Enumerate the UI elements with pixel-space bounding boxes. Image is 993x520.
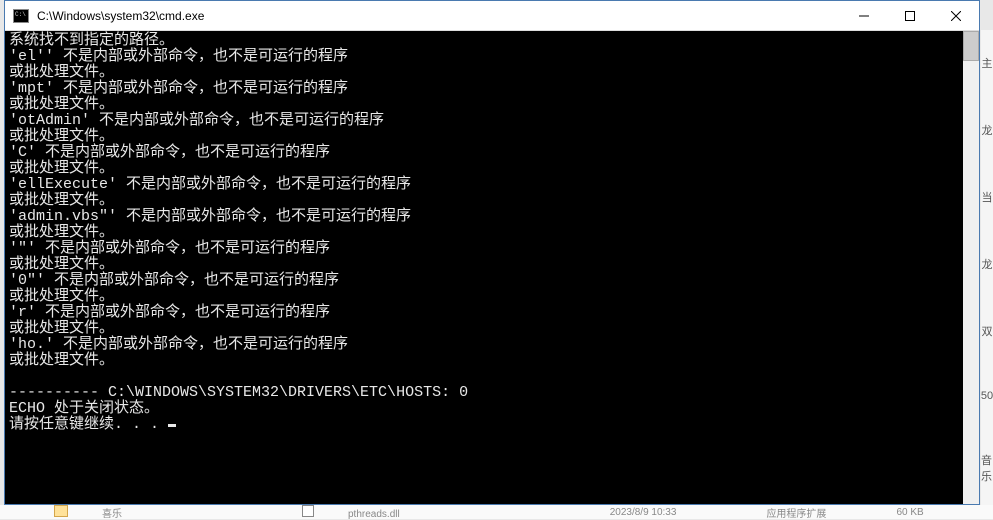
bg-item: 主 [982,55,993,71]
bg-item: 龙 [982,122,993,138]
scrollbar-thumb[interactable] [963,31,979,61]
scrollbar[interactable] [963,31,979,504]
bg-item: 当 [982,189,993,205]
background-bottom-bar: 喜乐 pthreads.dll 2023/8/9 10:33 应用程序扩展 60… [0,505,993,519]
maximize-button[interactable] [887,1,933,30]
background-sidebar: 主 龙 当 龙 双 50 音乐 [981,30,993,510]
titlebar[interactable]: C:\Windows\system32\cmd.exe [5,1,979,31]
cmd-icon [13,9,29,23]
file-icon [302,505,314,517]
folder-icon [54,505,68,517]
bg-item: 双 [982,323,993,339]
bg-date: 2023/8/9 10:33 [610,507,677,518]
bg-file-label: 喜乐 [102,509,122,520]
cmd-window: C:\Windows\system32\cmd.exe 系统找不到指定的路径。 … [4,0,980,505]
cursor [168,424,176,427]
bg-file-label: pthreads.dll [348,509,400,520]
terminal-output: 系统找不到指定的路径。 'el'' 不是内部或外部命令，也不是可运行的程序 或批… [9,33,975,433]
bg-item: 音乐 [981,452,993,484]
window-controls [841,1,979,30]
close-button[interactable] [933,1,979,30]
minimize-button[interactable] [841,1,887,30]
window-title: C:\Windows\system32\cmd.exe [35,9,841,23]
terminal-area[interactable]: 系统找不到指定的路径。 'el'' 不是内部或外部命令，也不是可运行的程序 或批… [5,31,979,504]
bg-type: 应用程序扩展 [766,505,826,520]
bg-item: 50 [981,390,993,402]
bg-size: 60 KB [896,507,923,518]
bg-item: 龙 [982,256,993,272]
